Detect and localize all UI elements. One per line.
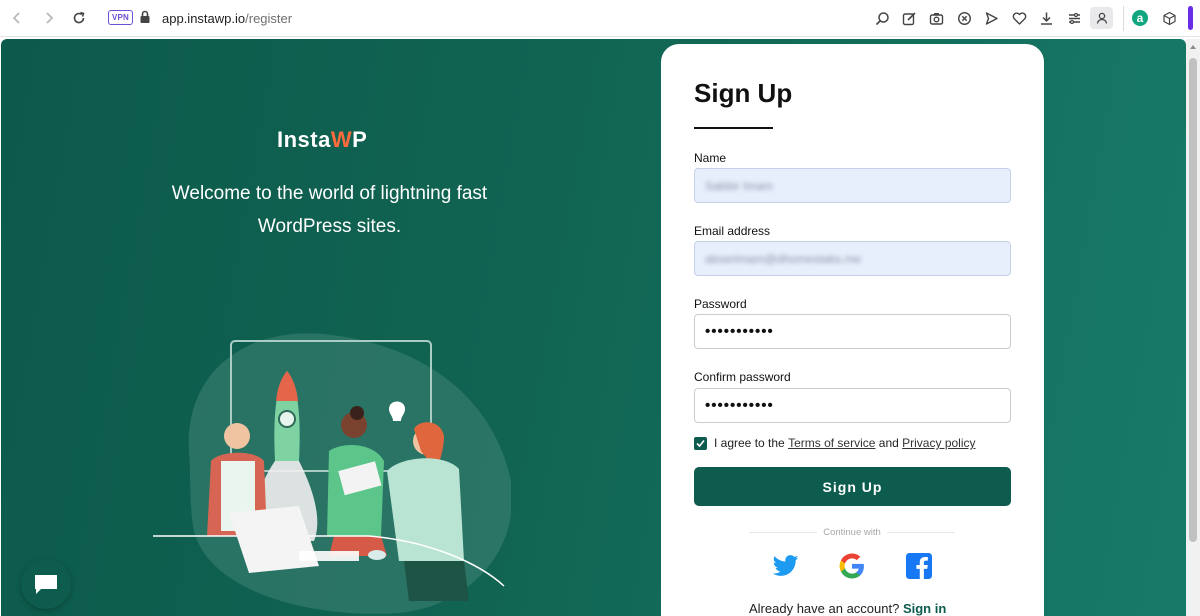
logo-text: Insta bbox=[277, 127, 331, 152]
logo-text-end: P bbox=[352, 127, 368, 152]
chevron-left-icon bbox=[12, 12, 20, 24]
camera-icon[interactable] bbox=[928, 10, 944, 26]
checkmark-icon bbox=[696, 439, 705, 447]
email-field[interactable]: abserimam@dhomestaks.me bbox=[694, 241, 1011, 276]
forward-button[interactable] bbox=[40, 9, 58, 27]
terms-link[interactable]: Terms of service bbox=[788, 436, 875, 450]
back-button[interactable] bbox=[8, 9, 26, 27]
chat-icon bbox=[35, 575, 57, 594]
confirm-password-field[interactable]: ••••••••••• bbox=[694, 388, 1011, 423]
heart-icon[interactable] bbox=[1011, 10, 1027, 26]
url-host: app.instawp.io bbox=[162, 11, 246, 26]
welcome-heading: Welcome to the world of lightning fast W… bbox=[131, 177, 528, 243]
sidebar-toggle[interactable] bbox=[1188, 6, 1193, 30]
team-rocket-illustration bbox=[153, 333, 511, 614]
name-label: Name bbox=[694, 151, 727, 165]
form-title: Sign Up bbox=[694, 78, 793, 108]
user-icon bbox=[1096, 12, 1107, 24]
search-icon[interactable] bbox=[874, 10, 890, 26]
profile-button[interactable] bbox=[1090, 7, 1113, 29]
password-value: ••••••••••• bbox=[705, 323, 774, 340]
terms-checkbox[interactable] bbox=[694, 436, 707, 450]
email-label: Email address bbox=[694, 224, 771, 238]
block-icon[interactable] bbox=[956, 10, 972, 26]
continue-with-divider: Continue with bbox=[749, 527, 955, 538]
send-icon[interactable] bbox=[983, 10, 999, 26]
facebook-icon bbox=[906, 553, 932, 579]
reload-button[interactable] bbox=[70, 9, 88, 27]
lock-icon[interactable] bbox=[139, 10, 151, 24]
scrollbar-thumb[interactable] bbox=[1189, 58, 1197, 542]
have-account-text: Already have an account? bbox=[749, 601, 900, 616]
chat-widget-button[interactable] bbox=[21, 559, 71, 609]
signup-submit-button[interactable]: Sign Up bbox=[694, 467, 1011, 506]
logo-bolt-letter: W bbox=[330, 127, 353, 152]
browser-toolbar: VPN app.instawp.io/register a bbox=[0, 0, 1200, 37]
toolbar-divider bbox=[1123, 6, 1124, 31]
scroll-up-arrow-icon[interactable] bbox=[1189, 43, 1197, 51]
settings-sliders-icon[interactable] bbox=[1066, 10, 1082, 26]
twitter-icon bbox=[773, 555, 799, 576]
extension-a-icon[interactable]: a bbox=[1132, 10, 1148, 26]
signin-link[interactable]: Sign in bbox=[903, 601, 946, 616]
confirm-password-value: ••••••••••• bbox=[705, 397, 774, 414]
password-field[interactable]: ••••••••••• bbox=[694, 314, 1011, 349]
signin-prompt: Already have an account? Sign in bbox=[749, 601, 946, 616]
twitter-login-button[interactable] bbox=[772, 552, 800, 580]
cube-extension-icon[interactable] bbox=[1161, 10, 1177, 26]
facebook-login-button[interactable] bbox=[905, 552, 933, 580]
register-page: Insta W P Welcome to the world of lightnin… bbox=[1, 39, 1186, 616]
agree-prefix-text: I agree to the bbox=[714, 436, 785, 450]
reload-icon bbox=[73, 11, 85, 24]
google-login-button[interactable] bbox=[838, 552, 866, 580]
continue-with-text: Continue with bbox=[823, 527, 881, 538]
email-value: abserimam@dhomestaks.me bbox=[705, 251, 862, 266]
welcome-line-1: Welcome to the world of lightning fast bbox=[171, 183, 488, 204]
instawp-logo: Insta W P bbox=[277, 127, 367, 153]
welcome-line-2: WordPress sites. bbox=[257, 216, 402, 237]
agree-and-text: and bbox=[878, 436, 899, 450]
chevron-right-icon bbox=[46, 12, 54, 24]
google-icon bbox=[839, 553, 864, 579]
privacy-link[interactable]: Privacy policy bbox=[902, 436, 975, 450]
edit-icon[interactable] bbox=[901, 10, 917, 26]
name-field[interactable]: Sabbir Imam bbox=[694, 168, 1011, 203]
download-icon[interactable] bbox=[1038, 10, 1054, 26]
address-bar[interactable]: app.instawp.io/register bbox=[162, 11, 292, 26]
title-underline bbox=[694, 127, 773, 129]
url-path: /register bbox=[245, 11, 293, 26]
name-value: Sabbir Imam bbox=[705, 178, 774, 193]
password-label: Password bbox=[694, 297, 747, 311]
terms-agreement: I agree to the Terms of service and Priv… bbox=[694, 436, 976, 450]
vpn-badge[interactable]: VPN bbox=[108, 10, 133, 25]
confirm-password-label: Confirm password bbox=[694, 370, 791, 384]
signup-card: Sign Up Name Sabbir Imam Email address a… bbox=[661, 44, 1044, 616]
